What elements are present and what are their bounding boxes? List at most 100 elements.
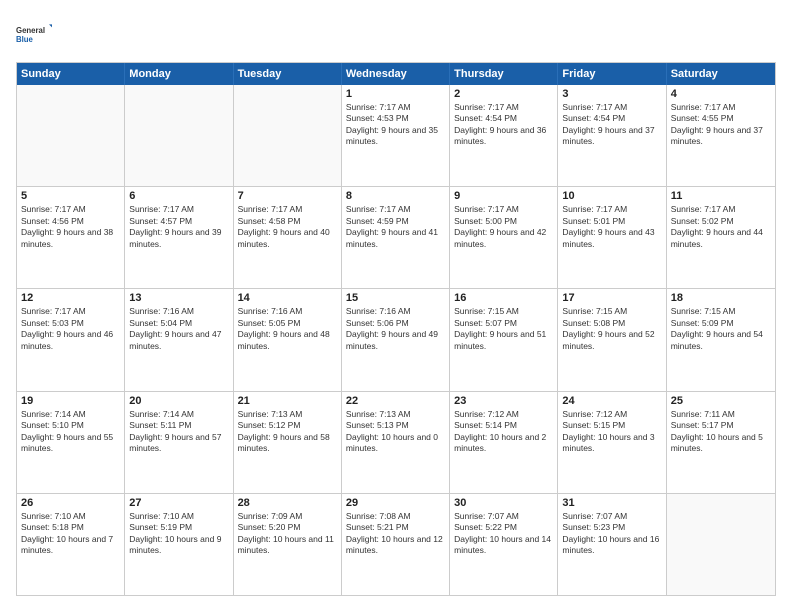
week-row-5: 26 Sunrise: 7:10 AM Sunset: 5:18 PM Dayli…: [17, 494, 775, 595]
empty-cell: [17, 85, 125, 186]
day-header-tuesday: Tuesday: [234, 63, 342, 85]
day-number: 9: [454, 190, 553, 202]
calendar-body: 1 Sunrise: 7:17 AM Sunset: 4:53 PM Daylig…: [17, 85, 775, 595]
day-number: 20: [129, 395, 228, 407]
page: General Blue SundayMondayTuesdayWednesda…: [0, 0, 792, 612]
day-number: 11: [671, 190, 771, 202]
day-header-thursday: Thursday: [450, 63, 558, 85]
day-cell-9: 9Sunrise: 7:17 AM Sunset: 5:00 PM Daylig…: [450, 187, 558, 288]
day-details: Sunrise: 7:10 AM Sunset: 5:19 PM Dayligh…: [129, 511, 228, 557]
day-details: Sunrise: 7:17 AM Sunset: 4:56 PM Dayligh…: [21, 204, 120, 250]
header: General Blue: [16, 16, 776, 52]
day-number: 31: [562, 497, 661, 509]
day-cell-17: 17Sunrise: 7:15 AM Sunset: 5:08 PM Dayli…: [558, 289, 666, 390]
svg-text:Blue: Blue: [16, 35, 34, 44]
day-cell-24: 24 Sunrise: 7:12 AM Sunset: 5:15 PM Dayli…: [558, 392, 666, 493]
day-cell-6: 6 Sunrise: 7:17 AM Sunset: 4:57 PM Daylig…: [125, 187, 233, 288]
day-details: Sunrise: 7:17 AM Sunset: 5:02 PM Dayligh…: [671, 204, 771, 250]
day-number: 24: [562, 395, 661, 407]
day-details: Sunrise: 7:14 AM Sunset: 5:11 PM Dayligh…: [129, 409, 228, 455]
day-header-friday: Friday: [558, 63, 666, 85]
day-cell-15: 15 Sunrise: 7:16 AM Sunset: 5:06 PM Dayli…: [342, 289, 450, 390]
day-cell-19: 19Sunrise: 7:14 AM Sunset: 5:10 PM Dayli…: [17, 392, 125, 493]
day-number: 27: [129, 497, 228, 509]
day-details: Sunrise: 7:09 AM Sunset: 5:20 PM Dayligh…: [238, 511, 337, 557]
week-row-3: 12 Sunrise: 7:17 AM Sunset: 5:03 PM Dayli…: [17, 289, 775, 391]
day-details: Sunrise: 7:16 AM Sunset: 5:04 PM Dayligh…: [129, 306, 228, 352]
day-details: Sunrise: 7:17 AM Sunset: 4:54 PM Dayligh…: [454, 102, 553, 148]
empty-cell: [234, 85, 342, 186]
day-number: 13: [129, 292, 228, 304]
day-number: 30: [454, 497, 553, 509]
day-number: 14: [238, 292, 337, 304]
day-cell-8: 8 Sunrise: 7:17 AM Sunset: 4:59 PM Daylig…: [342, 187, 450, 288]
day-number: 18: [671, 292, 771, 304]
day-cell-5: 5 Sunrise: 7:17 AM Sunset: 4:56 PM Daylig…: [17, 187, 125, 288]
day-cell-31: 31 Sunrise: 7:07 AM Sunset: 5:23 PM Dayli…: [558, 494, 666, 595]
day-cell-20: 20 Sunrise: 7:14 AM Sunset: 5:11 PM Dayli…: [125, 392, 233, 493]
day-cell-1: 1 Sunrise: 7:17 AM Sunset: 4:53 PM Daylig…: [342, 85, 450, 186]
day-details: Sunrise: 7:15 AM Sunset: 5:09 PM Dayligh…: [671, 306, 771, 352]
day-number: 15: [346, 292, 445, 304]
day-number: 25: [671, 395, 771, 407]
day-details: Sunrise: 7:12 AM Sunset: 5:14 PM Dayligh…: [454, 409, 553, 455]
day-cell-12: 12 Sunrise: 7:17 AM Sunset: 5:03 PM Dayli…: [17, 289, 125, 390]
day-details: Sunrise: 7:13 AM Sunset: 5:12 PM Dayligh…: [238, 409, 337, 455]
day-header-wednesday: Wednesday: [342, 63, 450, 85]
day-details: Sunrise: 7:17 AM Sunset: 5:01 PM Dayligh…: [562, 204, 661, 250]
day-cell-7: 7 Sunrise: 7:17 AM Sunset: 4:58 PM Daylig…: [234, 187, 342, 288]
day-cell-22: 22Sunrise: 7:13 AM Sunset: 5:13 PM Dayli…: [342, 392, 450, 493]
day-number: 8: [346, 190, 445, 202]
day-details: Sunrise: 7:17 AM Sunset: 4:59 PM Dayligh…: [346, 204, 445, 250]
day-number: 19: [21, 395, 120, 407]
week-row-4: 19Sunrise: 7:14 AM Sunset: 5:10 PM Dayli…: [17, 392, 775, 494]
day-details: Sunrise: 7:16 AM Sunset: 5:06 PM Dayligh…: [346, 306, 445, 352]
calendar-header: SundayMondayTuesdayWednesdayThursdayFrid…: [17, 63, 775, 85]
day-cell-28: 28 Sunrise: 7:09 AM Sunset: 5:20 PM Dayli…: [234, 494, 342, 595]
day-cell-3: 3Sunrise: 7:17 AM Sunset: 4:54 PM Daylig…: [558, 85, 666, 186]
day-details: Sunrise: 7:17 AM Sunset: 4:58 PM Dayligh…: [238, 204, 337, 250]
day-details: Sunrise: 7:17 AM Sunset: 4:54 PM Dayligh…: [562, 102, 661, 148]
day-details: Sunrise: 7:17 AM Sunset: 5:03 PM Dayligh…: [21, 306, 120, 352]
day-details: Sunrise: 7:17 AM Sunset: 4:57 PM Dayligh…: [129, 204, 228, 250]
day-number: 6: [129, 190, 228, 202]
week-row-1: 1 Sunrise: 7:17 AM Sunset: 4:53 PM Daylig…: [17, 85, 775, 187]
day-details: Sunrise: 7:15 AM Sunset: 5:08 PM Dayligh…: [562, 306, 661, 352]
day-cell-4: 4 Sunrise: 7:17 AM Sunset: 4:55 PM Daylig…: [667, 85, 775, 186]
day-header-saturday: Saturday: [667, 63, 775, 85]
day-number: 12: [21, 292, 120, 304]
day-cell-26: 26 Sunrise: 7:10 AM Sunset: 5:18 PM Dayli…: [17, 494, 125, 595]
day-cell-30: 30 Sunrise: 7:07 AM Sunset: 5:22 PM Dayli…: [450, 494, 558, 595]
day-details: Sunrise: 7:17 AM Sunset: 4:55 PM Dayligh…: [671, 102, 771, 148]
svg-text:General: General: [16, 26, 45, 35]
day-details: Sunrise: 7:10 AM Sunset: 5:18 PM Dayligh…: [21, 511, 120, 557]
day-number: 28: [238, 497, 337, 509]
day-number: 22: [346, 395, 445, 407]
day-number: 1: [346, 88, 445, 100]
day-details: Sunrise: 7:17 AM Sunset: 4:53 PM Dayligh…: [346, 102, 445, 148]
day-details: Sunrise: 7:12 AM Sunset: 5:15 PM Dayligh…: [562, 409, 661, 455]
day-header-sunday: Sunday: [17, 63, 125, 85]
day-number: 4: [671, 88, 771, 100]
day-number: 26: [21, 497, 120, 509]
day-cell-21: 21 Sunrise: 7:13 AM Sunset: 5:12 PM Dayli…: [234, 392, 342, 493]
day-number: 5: [21, 190, 120, 202]
day-number: 23: [454, 395, 553, 407]
day-header-monday: Monday: [125, 63, 233, 85]
day-cell-23: 23 Sunrise: 7:12 AM Sunset: 5:14 PM Dayli…: [450, 392, 558, 493]
day-number: 16: [454, 292, 553, 304]
day-details: Sunrise: 7:07 AM Sunset: 5:22 PM Dayligh…: [454, 511, 553, 557]
day-number: 2: [454, 88, 553, 100]
day-cell-10: 10Sunrise: 7:17 AM Sunset: 5:01 PM Dayli…: [558, 187, 666, 288]
day-details: Sunrise: 7:11 AM Sunset: 5:17 PM Dayligh…: [671, 409, 771, 455]
day-details: Sunrise: 7:08 AM Sunset: 5:21 PM Dayligh…: [346, 511, 445, 557]
day-number: 21: [238, 395, 337, 407]
empty-cell: [667, 494, 775, 595]
logo: General Blue: [16, 16, 52, 52]
day-cell-11: 11 Sunrise: 7:17 AM Sunset: 5:02 PM Dayli…: [667, 187, 775, 288]
day-number: 7: [238, 190, 337, 202]
day-details: Sunrise: 7:07 AM Sunset: 5:23 PM Dayligh…: [562, 511, 661, 557]
day-cell-16: 16Sunrise: 7:15 AM Sunset: 5:07 PM Dayli…: [450, 289, 558, 390]
day-cell-27: 27 Sunrise: 7:10 AM Sunset: 5:19 PM Dayli…: [125, 494, 233, 595]
calendar: SundayMondayTuesdayWednesdayThursdayFrid…: [16, 62, 776, 596]
